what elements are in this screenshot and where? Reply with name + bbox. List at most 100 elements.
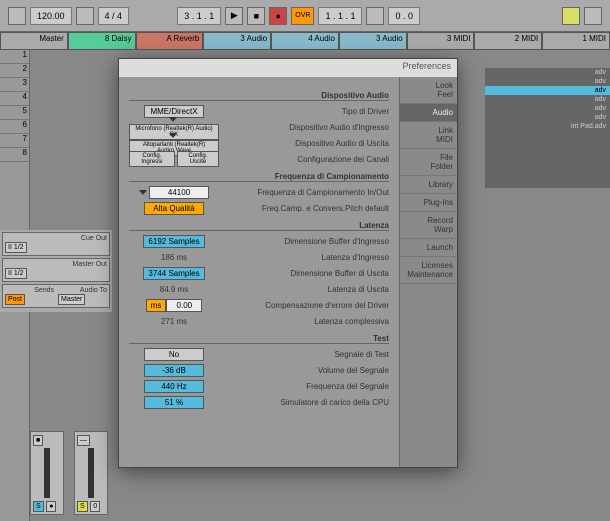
list-item[interactable]: adv: [485, 104, 610, 113]
channel-config-label: Configurazione dei Canali: [219, 155, 389, 164]
loop-button[interactable]: [366, 7, 384, 25]
section-audio-device: Dispositivo Audio: [129, 91, 389, 101]
level-meter: [88, 448, 94, 498]
error-comp-input[interactable]: 0.00: [166, 299, 202, 312]
list-item[interactable]: int Pad.adv: [485, 122, 610, 131]
track-tab[interactable]: 3 Audio: [203, 32, 271, 50]
stop-button[interactable]: ■: [247, 7, 265, 25]
config-input-button[interactable]: Config. Ingressi: [129, 151, 175, 167]
metronome-button[interactable]: [76, 7, 94, 25]
mixer-channel: ■ S ●: [30, 431, 64, 515]
master-out-label: Master Out: [5, 261, 107, 268]
overdub-button[interactable]: OVR: [291, 7, 314, 25]
position-display[interactable]: 3 . 1 . 1: [177, 7, 221, 25]
input-device-label: Dispositivo Audio d'Ingresso: [219, 123, 389, 132]
section-latency: Latenza: [129, 221, 389, 231]
master-route[interactable]: II 1/2: [5, 268, 27, 279]
tab-link-midi[interactable]: LinkMIDI: [400, 122, 457, 149]
track-tab[interactable]: Master: [0, 32, 68, 50]
pitch-quality-toggle[interactable]: Alta Qualità: [144, 202, 204, 215]
output-device-label: Dispositivo Audio di Uscita: [219, 139, 389, 148]
tab-file-folder[interactable]: FileFolder: [400, 149, 457, 176]
chevron-down-icon[interactable]: [139, 190, 147, 195]
tab-plugins[interactable]: Plug-Ins: [400, 194, 457, 212]
sample-rate-select[interactable]: 44100: [149, 186, 209, 199]
mixer-channel: — S 0: [74, 431, 108, 515]
test-freq-slider[interactable]: 440 Hz: [144, 380, 204, 393]
record-button[interactable]: ●: [269, 7, 287, 25]
preferences-content: Dispositivo Audio MME/DirectX Tipo di Dr…: [119, 77, 399, 467]
total-latency-value: 271 ms: [161, 317, 187, 326]
db-display[interactable]: 0: [90, 501, 100, 512]
scene-slot[interactable]: 4: [0, 92, 29, 106]
scene-slot[interactable]: 7: [0, 134, 29, 148]
track-tab[interactable]: A Reverb: [136, 32, 204, 50]
list-item[interactable]: adv: [485, 86, 610, 95]
chevron-down-icon[interactable]: [169, 133, 177, 138]
scene-slot[interactable]: 2: [0, 64, 29, 78]
tab-launch[interactable]: Launch: [400, 239, 457, 257]
key-button[interactable]: [562, 7, 580, 25]
track-tab[interactable]: 3 MIDI: [407, 32, 475, 50]
cpu-sim-slider[interactable]: 51 %: [144, 396, 204, 409]
play-button[interactable]: ▶: [225, 7, 243, 25]
sample-rate-label: Frequenza di Campionamento In/Out: [219, 188, 389, 197]
preferences-dialog: Preferences Dispositivo Audio MME/Direct…: [118, 58, 458, 468]
cue-out-label: Cue Out: [5, 235, 107, 242]
browser-panel: adv adv adv adv adv adv int Pad.adv: [475, 50, 610, 521]
error-comp-label: Compensazione d'errore del Driver: [219, 301, 389, 310]
tab-licenses[interactable]: LicensesMaintenance: [400, 257, 457, 284]
audio-to-route[interactable]: Master: [58, 294, 85, 305]
track-tab[interactable]: 4 Audio: [271, 32, 339, 50]
input-latency-label: Latenza d'Ingresso: [219, 253, 389, 262]
solo-button[interactable]: S: [77, 501, 88, 512]
midi-button[interactable]: [584, 7, 602, 25]
scene-slot[interactable]: 6: [0, 120, 29, 134]
pitch-quality-label: Freq.Camp. e Convers.Pitch default: [219, 204, 389, 213]
list-item[interactable]: adv: [485, 77, 610, 86]
loop-length[interactable]: 0 . 0: [388, 7, 420, 25]
loop-start[interactable]: 1 . 1 . 1: [318, 7, 362, 25]
tap-button[interactable]: [8, 7, 26, 25]
tempo-display[interactable]: 120.00: [30, 7, 72, 25]
scene-slot[interactable]: 3: [0, 78, 29, 92]
dialog-title: Preferences: [119, 59, 457, 77]
list-item[interactable]: adv: [485, 113, 610, 122]
arm-button[interactable]: ●: [46, 501, 56, 512]
input-buffer-label: Dimensione Buffer d'Ingresso: [219, 237, 389, 246]
tab-look-feel[interactable]: LookFeel: [400, 77, 457, 104]
tab-library[interactable]: Library: [400, 176, 457, 194]
stop-clip-button[interactable]: ■: [33, 435, 43, 446]
tab-audio[interactable]: Audio: [400, 104, 457, 122]
preferences-tabs: LookFeel Audio LinkMIDI FileFolder Libra…: [399, 77, 457, 467]
top-toolbar: 120.00 4 / 4 3 . 1 . 1 ▶ ■ ● OVR 1 . 1 .…: [0, 0, 610, 32]
solo-button[interactable]: S: [33, 501, 44, 512]
list-item[interactable]: adv: [485, 95, 610, 104]
output-latency-value: 84.9 ms: [160, 285, 188, 294]
post-button[interactable]: Post: [5, 294, 25, 305]
time-signature[interactable]: 4 / 4: [98, 7, 130, 25]
cue-route[interactable]: II 1/2: [5, 242, 27, 253]
browser-list: adv adv adv adv adv adv int Pad.adv: [485, 68, 610, 188]
scene-slot[interactable]: 8: [0, 148, 29, 162]
error-unit: ms: [146, 299, 167, 312]
chevron-down-icon[interactable]: [169, 117, 177, 122]
list-item[interactable]: adv: [485, 68, 610, 77]
track-tab[interactable]: 3 Audio: [339, 32, 407, 50]
input-buffer-value[interactable]: 6192 Samples: [143, 235, 204, 248]
test-tone-toggle[interactable]: No: [144, 348, 204, 361]
test-volume-label: Volume del Segnale: [219, 366, 389, 375]
config-output-button[interactable]: Config. Uscite: [177, 151, 219, 167]
audio-to-label: Audio To: [58, 287, 107, 294]
output-buffer-value[interactable]: 3744 Samples: [143, 267, 204, 280]
scene-slot[interactable]: 5: [0, 106, 29, 120]
dash-button[interactable]: —: [77, 435, 90, 446]
level-meter: [44, 448, 50, 498]
test-volume-slider[interactable]: -36 dB: [144, 364, 204, 377]
track-tab[interactable]: 2 MIDI: [474, 32, 542, 50]
tab-record-warp[interactable]: RecordWarp: [400, 212, 457, 239]
track-tab[interactable]: 8 Daisy: [68, 32, 136, 50]
scene-slot[interactable]: 1: [0, 50, 29, 64]
track-headers: Master 8 Daisy A Reverb 3 Audio 4 Audio …: [0, 32, 610, 50]
track-tab[interactable]: 1 MIDI: [542, 32, 610, 50]
